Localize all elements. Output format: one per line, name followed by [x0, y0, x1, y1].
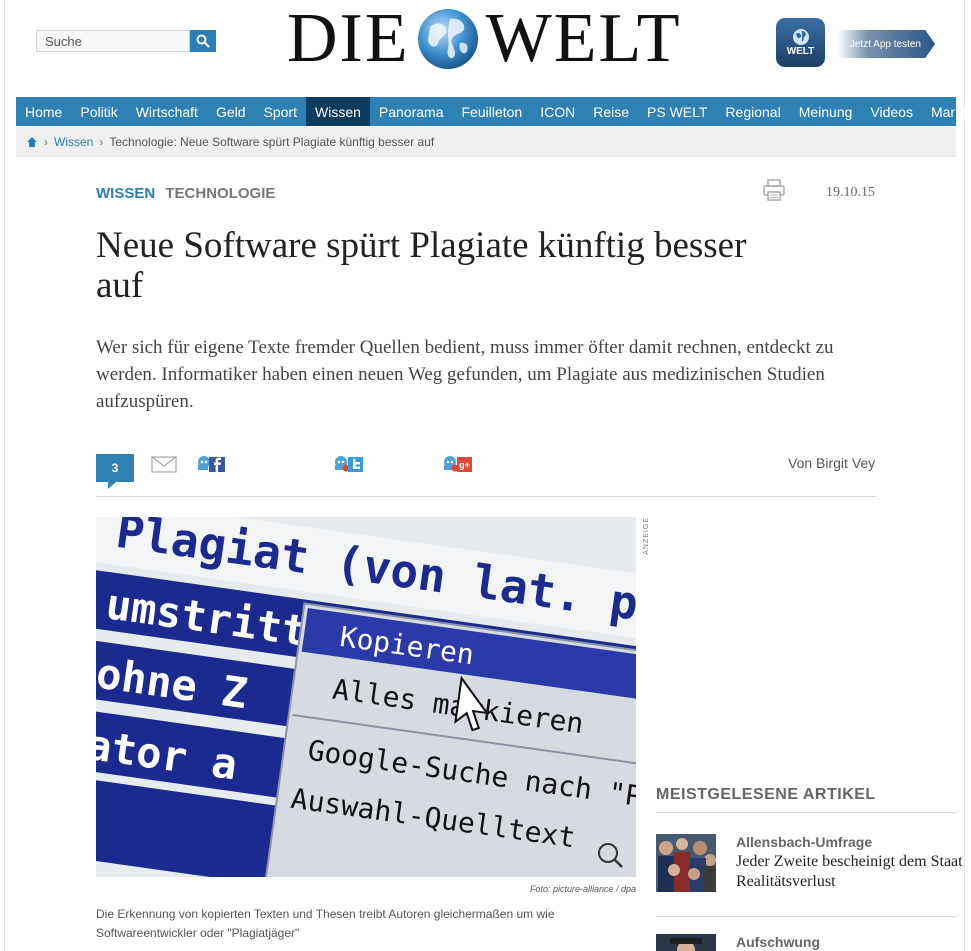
article-image[interactable]: Plagiat (von lat. plagiu umstritte ohne … [96, 517, 636, 877]
nav-item-meinung[interactable]: Meinung [790, 97, 862, 126]
photo-credit: Foto: picture-alliance / dpa [529, 884, 636, 894]
most-read-title-link[interactable]: Jeder Zweite bescheinigt dem Staat Reali… [736, 852, 966, 892]
nav-item-home[interactable]: Home [16, 97, 71, 126]
nav-item-panorama[interactable]: Panorama [370, 97, 453, 126]
globe-icon [417, 9, 478, 69]
comment-count: 3 [111, 461, 119, 475]
breadcrumb-link-section[interactable]: Wissen [54, 135, 93, 149]
image-caption: Die Erkennung von kopierten Texten und T… [96, 907, 555, 940]
facebook-share-icon[interactable] [197, 455, 227, 473]
nav-item-feuilleton[interactable]: Feuilleton [453, 97, 532, 126]
breadcrumb: › Wissen › Technologie: Neue Software sp… [16, 127, 956, 157]
nav-item-sport[interactable]: Sport [255, 97, 306, 126]
search-box [36, 30, 216, 52]
mail-icon[interactable] [151, 456, 177, 473]
logo-text-right: WELT [485, 0, 682, 77]
article-author: Von Birgit Vey [788, 455, 876, 471]
most-read-thumbnail[interactable] [656, 834, 716, 892]
logo-text-left: DIE [287, 0, 410, 77]
app-icon-label: WELT [786, 46, 815, 57]
print-icon[interactable] [762, 178, 786, 202]
most-read-thumbnail[interactable] [656, 934, 716, 951]
search-button[interactable] [190, 30, 216, 52]
section-tags: WISSEN TECHNOLOGIE [96, 185, 275, 202]
svg-text:g+: g+ [459, 460, 470, 470]
ad-label: ANZEIGE [643, 517, 650, 555]
twitter-share-icon[interactable] [334, 455, 364, 473]
breadcrumb-separator: › [99, 134, 104, 149]
nav-item-icon[interactable]: ICON [531, 97, 584, 126]
nav-item-regional[interactable]: Regional [716, 97, 789, 126]
article-lead: Wer sich für eigene Texte fremder Quelle… [96, 337, 834, 412]
nav-item-geld[interactable]: Geld [207, 97, 255, 126]
search-icon [196, 34, 210, 48]
app-icon[interactable]: WELT [776, 18, 825, 67]
app-banner[interactable]: Jetzt App testen [838, 30, 935, 58]
comment-count-button[interactable]: 3 [96, 454, 134, 489]
divider [656, 812, 956, 813]
nav-item-videos[interactable]: Videos [861, 97, 922, 126]
app-globe-icon [792, 29, 809, 45]
most-read-title: MEISTGELESENE ARTIKEL [656, 786, 876, 803]
most-read-item[interactable]: Allensbach-Umfrage Jeder Zweite beschein… [656, 834, 963, 894]
googleplus-share-icon[interactable]: g+ [443, 455, 473, 473]
screenshot-illustration: Plagiat (von lat. plagiu umstritte ohne … [96, 517, 636, 877]
divider [656, 916, 956, 917]
site-logo[interactable]: DIE WELT [287, 4, 682, 74]
section-link[interactable]: WISSEN [96, 185, 155, 202]
article-headline: Neue Software spürt Plagiate künftig bes… [96, 225, 747, 306]
nav-item-wissen[interactable]: Wissen [306, 97, 370, 126]
most-read-item[interactable]: Aufschwung [656, 934, 956, 951]
app-banner-label: Jetzt App testen [849, 38, 921, 50]
nav-item-wirtschaft[interactable]: Wirtschaft [127, 97, 207, 126]
main-nav: Home Politik Wirtschaft Geld Sport Wissen Pano… [16, 97, 966, 126]
home-icon[interactable] [26, 136, 38, 148]
most-read-kicker: Allensbach-Umfrage [736, 834, 873, 850]
breadcrumb-current: Technologie: Neue Software spürt Plagiat… [109, 134, 435, 149]
search-input[interactable] [36, 30, 190, 52]
article-date: 19.10.15 [826, 185, 875, 200]
nav-item-reise[interactable]: Reise [584, 97, 638, 126]
divider [96, 496, 876, 497]
nav-item-ps-welt[interactable]: PS WELT [638, 97, 716, 126]
subsection-link[interactable]: TECHNOLOGIE [165, 185, 275, 202]
nav-item-markt[interactable]: Markt [922, 97, 971, 126]
nav-item-politik[interactable]: Politik [71, 97, 126, 126]
breadcrumb-separator: › [44, 134, 48, 149]
most-read-kicker: Aufschwung [736, 934, 820, 950]
